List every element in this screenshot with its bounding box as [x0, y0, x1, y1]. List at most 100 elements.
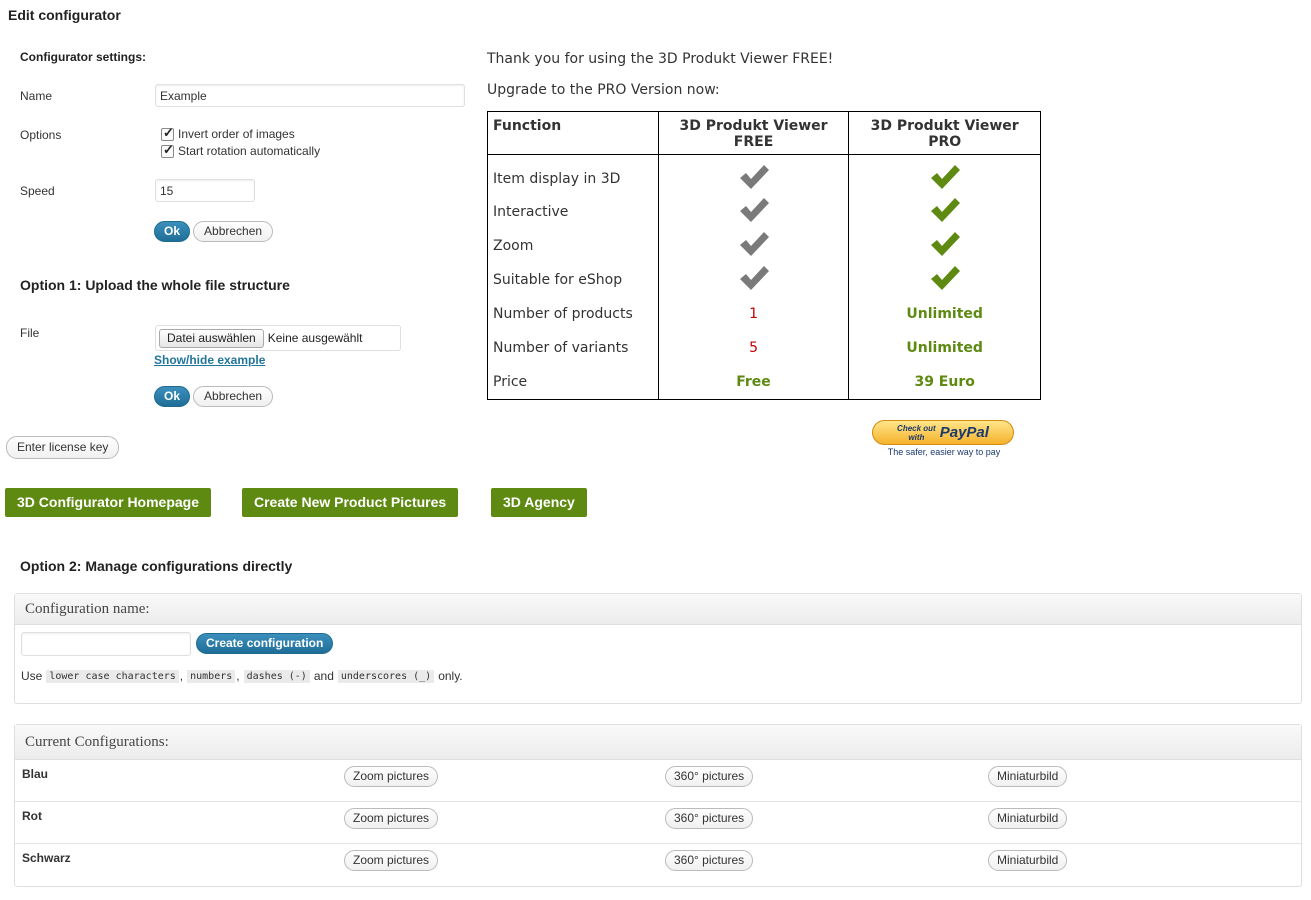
comparison-row: Suitable for eShop: [487, 263, 1041, 297]
auto-rotation-checkbox[interactable]: ✓: [161, 142, 174, 158]
check-icon: [930, 266, 960, 290]
invert-order-checkbox[interactable]: ✓: [161, 125, 174, 141]
settings-heading: Configurator settings:: [20, 50, 146, 64]
3d-agency-button[interactable]: 3D Agency: [491, 488, 587, 517]
pro-check-cell: [848, 195, 1041, 229]
col-pro-edition: PRO: [928, 134, 962, 150]
speed-input[interactable]: [155, 179, 255, 202]
auto-rotation-label: Start rotation automatically: [178, 144, 321, 158]
360-pictures-button[interactable]: 360° pictures: [665, 850, 754, 871]
zoom-pictures-button[interactable]: Zoom pictures: [344, 766, 439, 787]
pro-check-cell: [848, 154, 1041, 195]
col-function-header: Function: [487, 111, 659, 155]
360-pictures-button[interactable]: 360° pictures: [665, 766, 754, 787]
upgrade-text: Upgrade to the PRO Version now:: [487, 82, 720, 98]
configurator-homepage-button[interactable]: 3D Configurator Homepage: [5, 488, 212, 517]
config-list: Blau Zoom pictures 360° pictures Miniaturbi…: [15, 760, 1301, 886]
free-check-cell: [657, 195, 850, 229]
option2-heading: Option 2: Manage configurations directly: [20, 558, 293, 574]
hint-and: and: [313, 669, 334, 683]
settings-ok-button[interactable]: Ok: [154, 221, 191, 242]
pro-value: Unlimited: [848, 331, 1041, 365]
hint-numbers: numbers: [187, 669, 236, 683]
upload-cancel-button[interactable]: Abbrechen: [193, 386, 274, 407]
col-pro-title: 3D Produkt Viewer: [870, 118, 1019, 134]
config-name: Rot: [22, 809, 42, 823]
paypal-checkout-line2: with: [908, 432, 925, 442]
feature-label: Zoom: [487, 229, 659, 263]
thumbnail-button[interactable]: Miniaturbild: [988, 850, 1068, 871]
check-icon: [930, 232, 960, 256]
invert-order-option: ✓ Invert order of images: [161, 125, 320, 142]
check-icon: [739, 198, 769, 222]
current-configs-header: Current Configurations:: [15, 725, 1301, 760]
choose-file-button[interactable]: Datei auswählen: [159, 328, 264, 348]
config-name-input[interactable]: [21, 632, 191, 656]
no-file-text: Keine ausgewählt: [267, 331, 363, 345]
paypal-checkout[interactable]: Check out with PayPal The safer, easier …: [872, 420, 1016, 457]
show-hide-example-link[interactable]: Show/hide example: [154, 353, 265, 367]
file-label: File: [20, 326, 40, 340]
thumbnail-button[interactable]: Miniaturbild: [988, 766, 1068, 787]
hint-underscores: underscores (_): [337, 669, 435, 683]
col-free-edition: FREE: [733, 134, 774, 150]
hint-comma-2: ,: [236, 669, 240, 683]
comparison-row: Price Free 39 Euro: [487, 365, 1041, 400]
hint-comma-1: ,: [179, 669, 184, 683]
comparison-row: Item display in 3D: [487, 154, 1041, 195]
config-row: Schwarz Zoom pictures 360° pictures Miniatu…: [15, 844, 1301, 886]
pro-value: Unlimited: [848, 297, 1041, 331]
create-product-pictures-button[interactable]: Create New Product Pictures: [242, 488, 459, 517]
free-value: 1: [657, 297, 850, 331]
settings-cancel-button[interactable]: Abbrechen: [193, 221, 274, 242]
feature-label: Number of products: [487, 297, 659, 331]
speed-label: Speed: [20, 184, 55, 198]
thumbnail-button[interactable]: Miniaturbild: [988, 808, 1068, 829]
feature-label: Suitable for eShop: [487, 263, 659, 297]
feature-label: Interactive: [487, 195, 659, 229]
360-pictures-button[interactable]: 360° pictures: [665, 808, 754, 829]
zoom-pictures-button[interactable]: Zoom pictures: [344, 850, 439, 871]
invert-order-label: Invert order of images: [178, 127, 295, 141]
create-config-panel: Configuration name: Create configuration…: [14, 593, 1302, 704]
paypal-tagline: The safer, easier way to pay: [887, 447, 1001, 457]
hint-dashes: dashes (-): [243, 669, 310, 683]
check-icon: [930, 165, 960, 189]
config-name-header: Configuration name:: [15, 594, 1301, 625]
col-free-header: 3D Produkt Viewer FREE: [657, 111, 850, 155]
comparison-row: Interactive: [487, 195, 1041, 229]
check-icon: [739, 232, 769, 256]
pro-check-cell: [848, 229, 1041, 263]
name-input[interactable]: [155, 84, 465, 107]
hint-only: only.: [438, 669, 463, 683]
naming-hint: Use lower case characters, numbers, dash…: [21, 669, 463, 683]
pro-value: 39 Euro: [848, 365, 1041, 400]
current-configs-panel: Current Configurations: Blau Zoom picture…: [14, 724, 1302, 887]
feature-label: Price: [487, 365, 659, 400]
hint-lower-case: lower case characters: [46, 669, 179, 683]
config-row: Rot Zoom pictures 360° pictures Miniaturbil…: [15, 802, 1301, 844]
comparison-table: Function 3D Produkt Viewer FREE 3D Produ…: [487, 111, 1041, 400]
hint-use: Use: [21, 669, 43, 683]
feature-label: Number of variants: [487, 331, 659, 365]
create-configuration-button[interactable]: Create configuration: [196, 633, 334, 654]
upload-ok-button[interactable]: Ok: [154, 386, 191, 407]
free-check-cell: [657, 229, 850, 263]
comparison-row: Number of products 1 Unlimited: [487, 297, 1041, 331]
page-title: Edit configurator: [8, 7, 121, 23]
option1-heading: Option 1: Upload the whole file structur…: [20, 277, 290, 293]
free-check-cell: [657, 154, 850, 195]
paypal-checkout-button[interactable]: Check out with PayPal: [872, 420, 1014, 445]
file-input[interactable]: Datei auswählen Keine ausgewählt: [155, 325, 401, 351]
config-name: Schwarz: [22, 851, 71, 865]
enter-license-key-button[interactable]: Enter license key: [6, 436, 120, 459]
col-pro-header: 3D Produkt Viewer PRO: [848, 111, 1041, 155]
comparison-row: Number of variants 5 Unlimited: [487, 331, 1041, 365]
comparison-row: Zoom: [487, 229, 1041, 263]
options-label: Options: [20, 128, 62, 142]
pro-check-cell: [848, 263, 1041, 297]
free-check-cell: [657, 263, 850, 297]
paypal-logo: PayPal: [939, 424, 989, 441]
zoom-pictures-button[interactable]: Zoom pictures: [344, 808, 439, 829]
name-label: Name: [20, 89, 53, 103]
